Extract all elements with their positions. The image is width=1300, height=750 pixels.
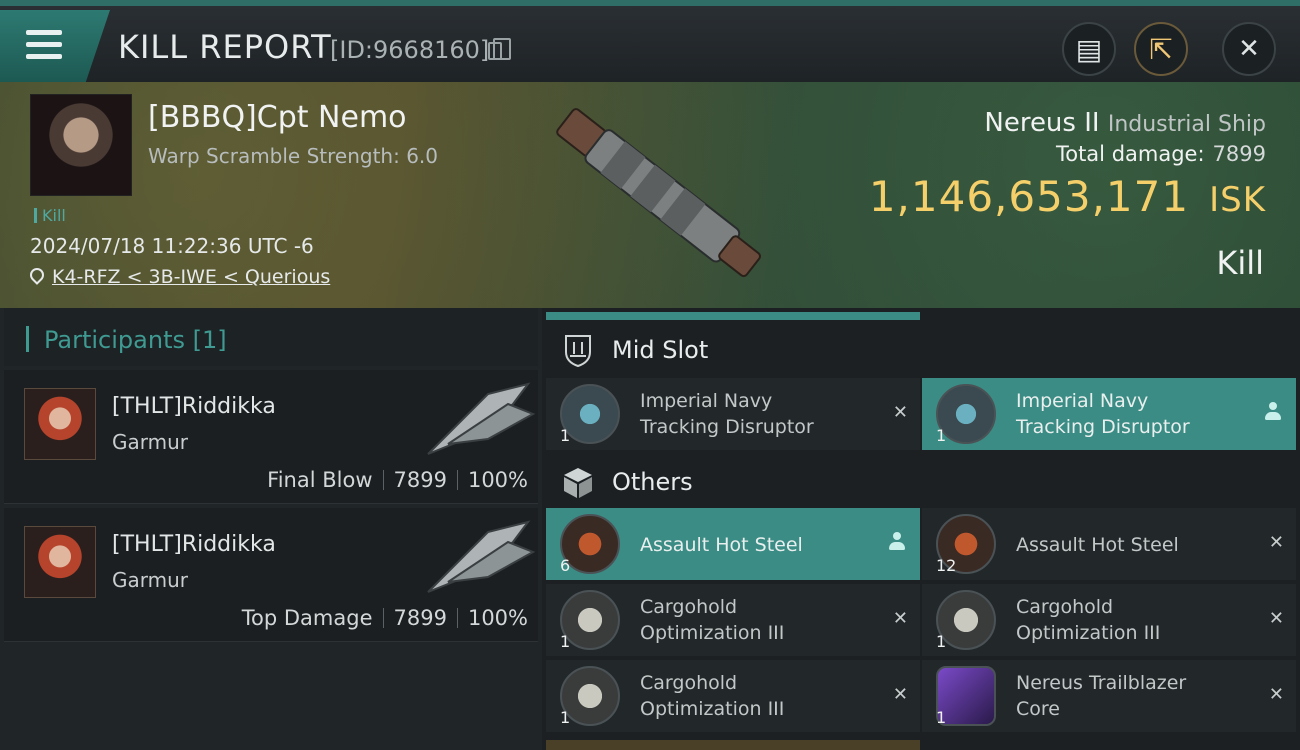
top-bar: KILL REPORT [ID:9668160] ▤ ⇱ ✕: [0, 0, 1300, 82]
participant-damage: 7899: [393, 606, 447, 630]
item-quantity: 1: [560, 426, 571, 445]
location-pin-icon: [27, 265, 47, 285]
participant-stats: Top Damage 7899 100%: [242, 606, 528, 630]
mid-slot-section: Mid Slot: [546, 322, 1300, 378]
victim-portrait[interactable]: [30, 94, 132, 196]
mid-slot-title: Mid Slot: [612, 336, 709, 364]
warp-scramble-strength: Warp Scramble Strength: 6.0: [148, 144, 439, 168]
participant-portrait[interactable]: [24, 526, 96, 598]
destroyed-icon: ✕: [892, 402, 908, 423]
participant-portrait[interactable]: [24, 388, 96, 460]
others-title: Others: [612, 468, 693, 496]
participant-ship-image[interactable]: [418, 374, 538, 464]
participants-panel: Participants [1] [THLT]Riddikka Garmur F…: [0, 308, 542, 750]
participant-ship: Garmur: [112, 430, 189, 454]
share-icon: ⇱: [1149, 32, 1173, 66]
participant-row[interactable]: [THLT]Riddikka Garmur Final Blow 7899 100%: [4, 370, 538, 504]
item-name: Imperial Navy Tracking Disruptor: [640, 390, 814, 438]
mid-slot-icon: [565, 335, 591, 368]
scroll-hint-strip: [546, 740, 920, 750]
slot-item[interactable]: 1 Imperial Navy Tracking Disruptor ✕: [546, 378, 920, 450]
item-name: Assault Hot Steel: [640, 534, 803, 556]
fitting-panel: Mid Slot 1 Imperial Navy Tracking Disrup…: [542, 308, 1300, 750]
slot-item[interactable]: 6 Assault Hot Steel: [546, 508, 920, 580]
participant-name[interactable]: [THLT]Riddikka: [112, 532, 276, 557]
header-accent: [26, 326, 29, 352]
others-section: Others: [546, 454, 1300, 510]
slot-item[interactable]: 12 Assault Hot Steel ✕: [922, 508, 1296, 580]
participant-ship-image[interactable]: [418, 512, 538, 602]
item-quantity: 1: [560, 632, 571, 651]
dropped-person-icon: [1264, 402, 1282, 422]
participants-title: Participants [1]: [44, 326, 227, 354]
ship-name-line[interactable]: Nereus II Industrial Ship: [984, 108, 1266, 138]
destroyed-icon: ✕: [1268, 684, 1284, 705]
kill-tag: Kill: [34, 206, 66, 225]
isk-unit: ISK: [1209, 180, 1266, 220]
location-link[interactable]: K4-RFZ < 3B-IWE < Querious: [52, 266, 330, 288]
participant-stats: Final Blow 7899 100%: [267, 468, 528, 492]
participant-percent: 100%: [467, 606, 528, 630]
participant-damage: 7899: [393, 468, 447, 492]
victim-hero: [BBBQ]Cpt Nemo Warp Scramble Strength: 6…: [0, 82, 1300, 308]
item-name: Cargohold Optimization III: [1016, 596, 1161, 644]
destroyed-icon: ✕: [892, 684, 908, 705]
item-quantity: 6: [560, 556, 571, 575]
total-damage-label: Total damage:: [1055, 142, 1205, 166]
dropped-person-icon: [888, 532, 906, 552]
item-quantity: 1: [560, 708, 571, 727]
participants-header: Participants [1]: [4, 308, 538, 366]
item-name: Imperial Navy Tracking Disruptor: [1016, 390, 1190, 438]
total-damage: Total damage: 7899: [1056, 142, 1266, 166]
slot-item[interactable]: 1 Imperial Navy Tracking Disruptor: [922, 378, 1296, 450]
kill-datetime: 2024/07/18 11:22:36 UTC -6: [30, 234, 314, 258]
participant-role: Final Blow: [267, 468, 373, 492]
slot-item[interactable]: 1 Nereus Trailblazer Core ✕: [922, 660, 1296, 732]
isk-value-line: 1,146,653,171 ISK: [869, 172, 1266, 221]
destroyed-icon: ✕: [892, 608, 908, 629]
slot-item[interactable]: 1 Cargohold Optimization III ✕: [922, 584, 1296, 656]
menu-button[interactable]: [0, 10, 110, 82]
item-name: Assault Hot Steel: [1016, 534, 1179, 556]
item-name: Cargohold Optimization III: [640, 596, 785, 644]
isk-value: 1,146,653,171: [868, 172, 1190, 221]
item-quantity: 1: [936, 632, 947, 651]
item-quantity: 1: [936, 426, 947, 445]
page-title: KILL REPORT: [118, 28, 332, 66]
item-quantity: 1: [936, 708, 947, 727]
clipboard-icon: ▤: [1075, 32, 1103, 66]
cube-icon: [564, 468, 592, 498]
participant-ship: Garmur: [112, 568, 189, 592]
victim-ship-image[interactable]: [530, 94, 790, 294]
close-icon: ✕: [1238, 34, 1260, 64]
ship-class: Industrial Ship: [1107, 112, 1266, 137]
destroyed-icon: ✕: [1268, 532, 1284, 553]
destroyed-icon: ✕: [1268, 608, 1284, 629]
participant-row[interactable]: [THLT]Riddikka Garmur Top Damage 7899 100%: [4, 508, 538, 642]
result-label: Kill: [1216, 244, 1264, 282]
victim-name[interactable]: [BBBQ]Cpt Nemo: [148, 100, 407, 135]
slot-item[interactable]: 1 Cargohold Optimization III ✕: [546, 660, 920, 732]
total-damage-value: 7899: [1212, 142, 1266, 166]
slot-item[interactable]: 1 Cargohold Optimization III ✕: [546, 584, 920, 656]
item-quantity: 12: [936, 556, 957, 575]
report-id: [ID:9668160]: [330, 36, 490, 64]
close-button[interactable]: ✕: [1222, 22, 1276, 76]
participant-percent: 100%: [467, 468, 528, 492]
copy-icon[interactable]: [488, 38, 511, 60]
participant-role: Top Damage: [241, 606, 373, 630]
clipboard-button[interactable]: ▤: [1062, 22, 1116, 76]
slot-divider: [546, 312, 920, 320]
share-button[interactable]: ⇱: [1134, 22, 1188, 76]
participant-name[interactable]: [THLT]Riddikka: [112, 394, 276, 419]
item-name: Cargohold Optimization III: [640, 672, 785, 720]
ship-name: Nereus II: [984, 108, 1100, 138]
item-name: Nereus Trailblazer Core: [1016, 672, 1187, 720]
